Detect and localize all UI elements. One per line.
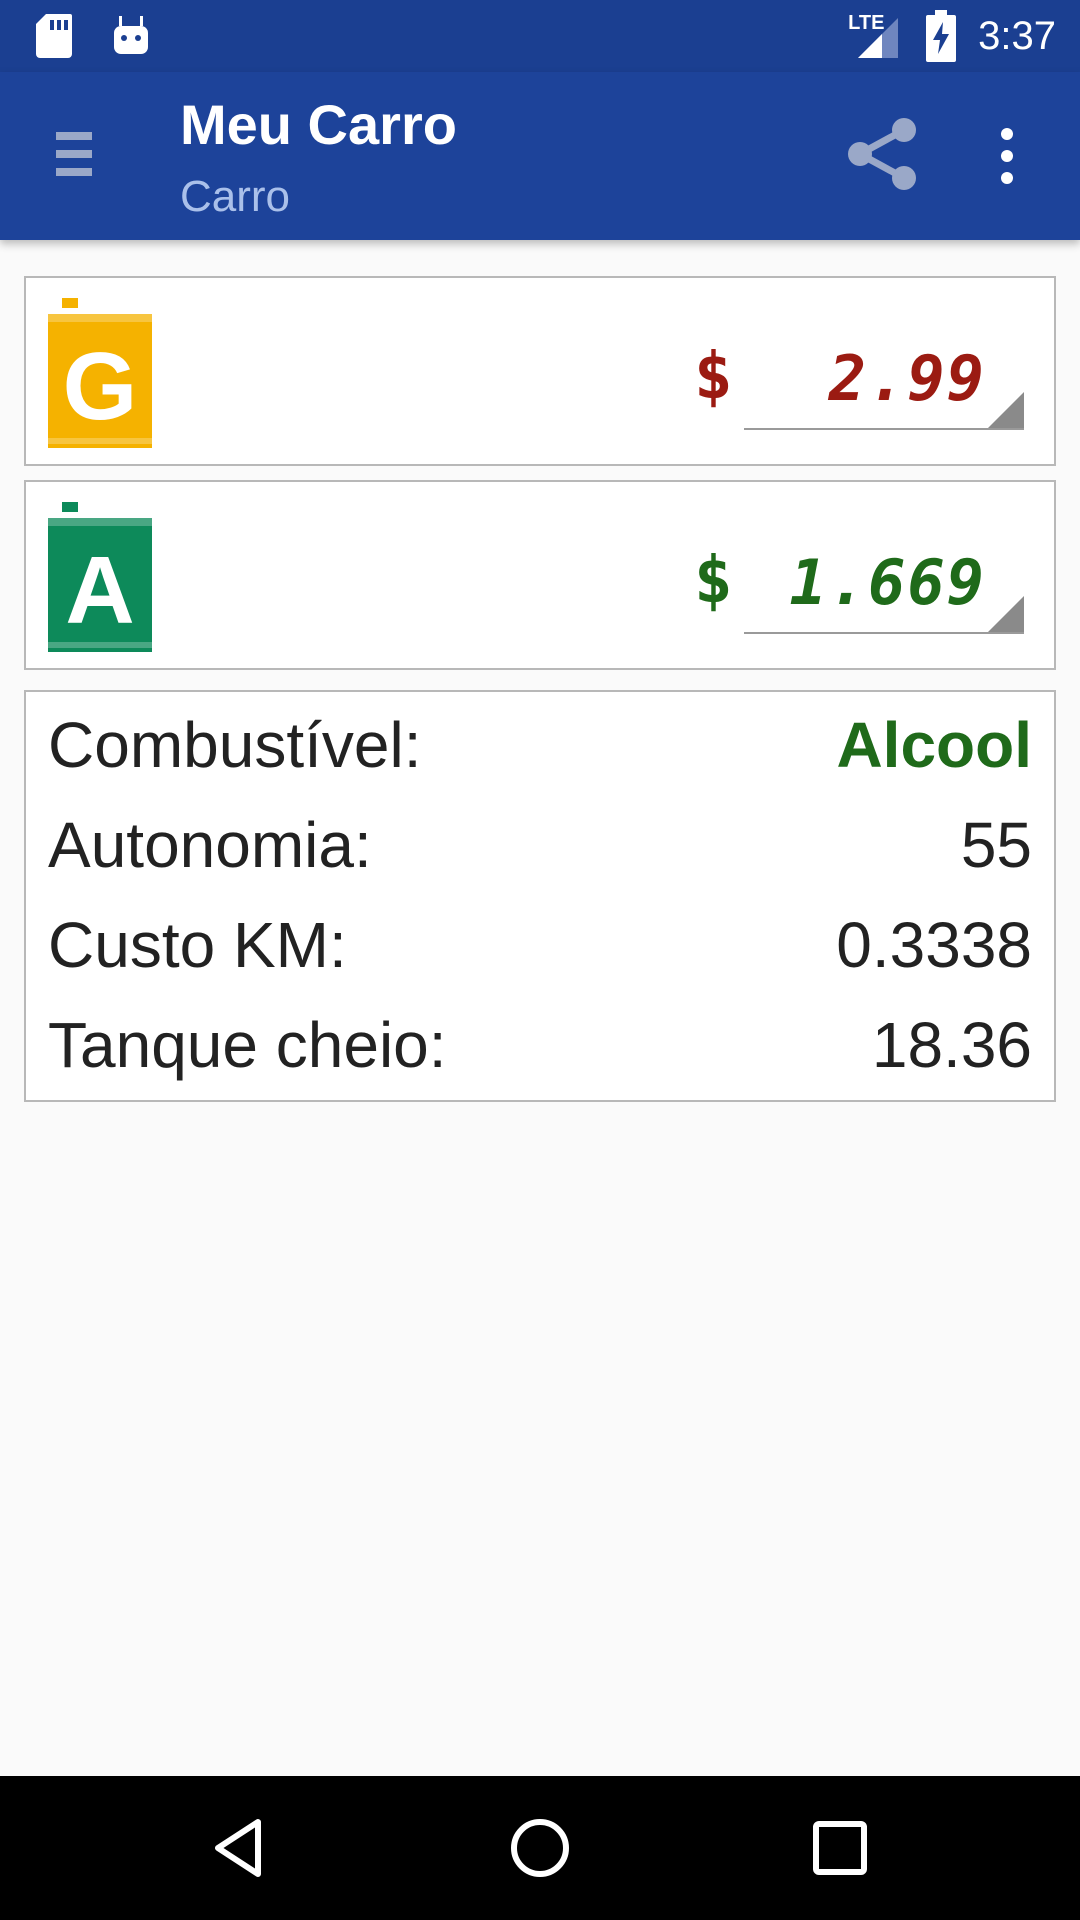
full-tank-label: Tanque cheio: bbox=[48, 1009, 447, 1081]
alcohol-currency: $ bbox=[694, 544, 733, 618]
lte-signal-icon: LTE bbox=[848, 8, 904, 64]
sd-card-icon bbox=[36, 14, 72, 58]
results-card: Combustível: Alcool Autonomia: 55 Custo … bbox=[24, 690, 1056, 1102]
fuel-row: Combustível: Alcool bbox=[48, 692, 1032, 792]
gasoline-price-field[interactable]: 2.99 bbox=[744, 338, 1024, 430]
autonomy-row: Autonomia: 55 bbox=[48, 792, 1032, 892]
gasoline-price[interactable]: 2.99 bbox=[829, 342, 986, 415]
autonomy-label: Autonomia: bbox=[48, 809, 372, 881]
fuel-value: Alcool bbox=[836, 709, 1032, 781]
alcohol-price[interactable]: 1.669 bbox=[789, 546, 986, 619]
app-bar: Meu Carro Carro bbox=[0, 72, 1080, 240]
full-tank-value: 18.36 bbox=[871, 1009, 1032, 1081]
status-time: 3:37 bbox=[978, 13, 1056, 58]
fuel-label: Combustível: bbox=[48, 709, 422, 781]
share-icon[interactable] bbox=[844, 116, 920, 192]
navigation-bar bbox=[0, 1776, 1080, 1920]
app-subtitle: Carro bbox=[180, 172, 291, 221]
alcohol-card: A $ 1.669 bbox=[24, 480, 1056, 670]
dropdown-corner-icon[interactable] bbox=[988, 392, 1024, 428]
status-bar: LTE 3:37 bbox=[0, 0, 1080, 72]
cost-km-label: Custo KM: bbox=[48, 909, 347, 981]
home-icon[interactable] bbox=[508, 1816, 572, 1880]
dropdown-corner-icon[interactable] bbox=[988, 596, 1024, 632]
more-vert-icon[interactable] bbox=[992, 126, 1022, 186]
cost-km-row: Custo KM: 0.3338 bbox=[48, 892, 1032, 992]
alcohol-badge-icon: A bbox=[48, 502, 152, 652]
cost-km-value: 0.3338 bbox=[836, 909, 1032, 981]
gasoline-badge-letter: G bbox=[62, 333, 138, 440]
battery-charging-icon bbox=[926, 10, 957, 62]
gasoline-badge-icon: G bbox=[48, 298, 152, 448]
alcohol-price-field[interactable]: 1.669 bbox=[744, 542, 1024, 634]
android-icon bbox=[114, 16, 148, 54]
full-tank-row: Tanque cheio: 18.36 bbox=[48, 992, 1032, 1092]
autonomy-value: 55 bbox=[960, 809, 1032, 881]
alcohol-badge-letter: A bbox=[65, 537, 135, 644]
recents-icon[interactable] bbox=[808, 1816, 872, 1880]
gasoline-currency: $ bbox=[694, 340, 733, 414]
app-title: Meu Carro bbox=[180, 93, 457, 156]
gasoline-card: G $ 2.99 bbox=[24, 276, 1056, 466]
menu-icon[interactable] bbox=[56, 132, 92, 176]
back-icon[interactable] bbox=[208, 1816, 272, 1880]
